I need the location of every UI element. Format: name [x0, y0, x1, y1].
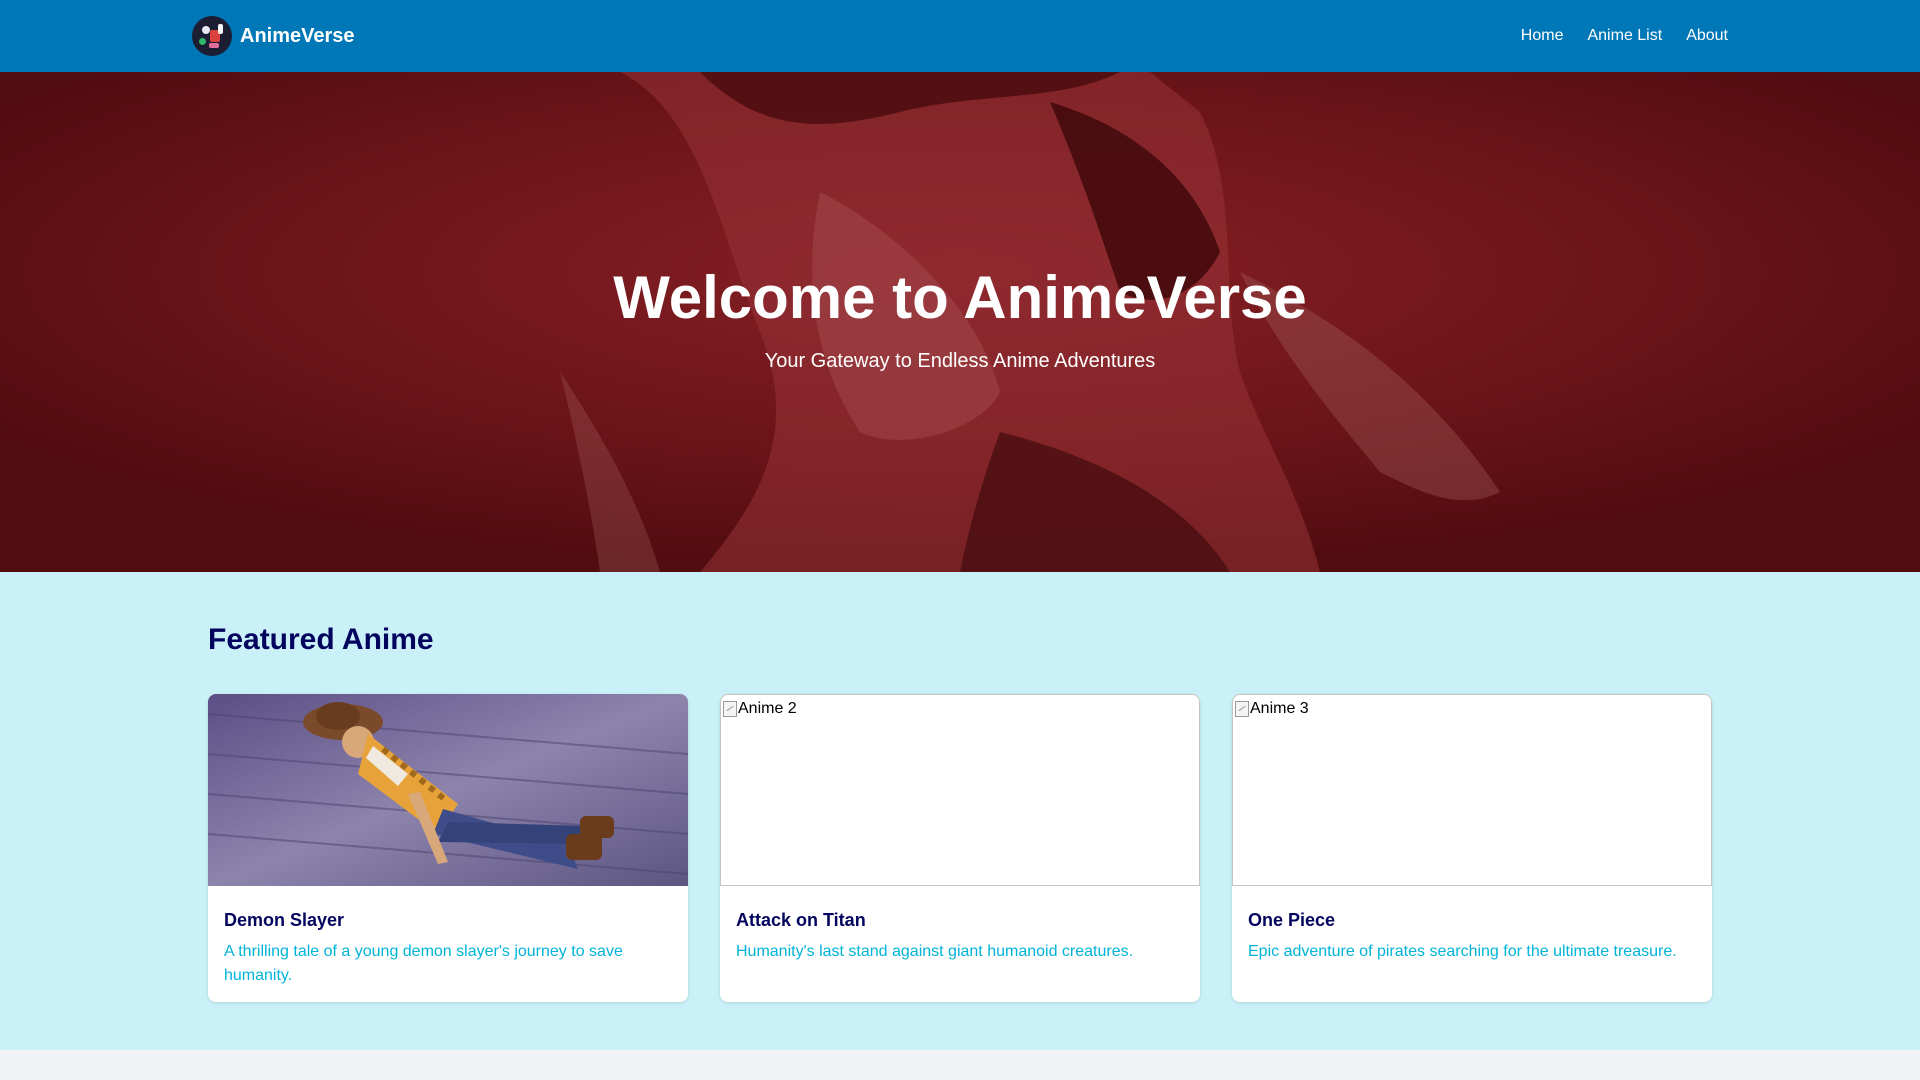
anime-card-title: Attack on Titan [736, 910, 866, 930]
image-alt-text: Anime 3 [1250, 700, 1309, 717]
nav-links: Home Anime List About [1521, 24, 1728, 48]
anime-card-body: Attack on Titan Humanity's last stand ag… [736, 908, 1184, 964]
anime-card-image: Anime 2 [720, 694, 1200, 886]
top-navbar: AnimeVerse Home Anime List About [0, 0, 1920, 72]
hero-banner: Welcome to AnimeVerse Your Gateway to En… [0, 72, 1920, 572]
featured-section: Featured Anime Demon Slayer A thrilling … [0, 572, 1920, 1050]
broken-image-icon [723, 701, 737, 717]
nav-link-anime-list[interactable]: Anime List [1587, 24, 1662, 48]
anime-card-image [208, 694, 688, 886]
anime-logo-icon [192, 16, 232, 56]
anime-card[interactable]: Anime 3 One Piece Epic adventure of pira… [1232, 694, 1712, 1002]
nav-link-about[interactable]: About [1686, 24, 1728, 48]
anime-card-description: Epic adventure of pirates searching for … [1248, 943, 1677, 960]
anime-card-title: Demon Slayer [224, 910, 345, 930]
anime-card-image: Anime 3 [1232, 694, 1712, 886]
broken-image-alt: Anime 3 [1235, 699, 1309, 719]
brand-name: AnimeVerse [240, 24, 355, 47]
anime-card[interactable]: Demon Slayer A thrilling tale of a young… [208, 694, 688, 1002]
anime-card-title: One Piece [1248, 910, 1336, 930]
featured-title: Featured Anime [208, 623, 434, 656]
anime-card-description: Humanity's last stand against giant huma… [736, 943, 1134, 960]
anime-card-body: Demon Slayer A thrilling tale of a young… [224, 908, 672, 988]
broken-image-icon [1235, 701, 1249, 717]
brand-link[interactable]: AnimeVerse [192, 16, 355, 56]
cowboy-toy-image [208, 694, 688, 886]
nav-link-home[interactable]: Home [1521, 24, 1564, 48]
anime-card[interactable]: Anime 2 Attack on Titan Humanity's last … [720, 694, 1200, 1002]
broken-image-alt: Anime 2 [723, 699, 797, 719]
anime-card-description: A thrilling tale of a young demon slayer… [224, 943, 623, 984]
image-alt-text: Anime 2 [738, 700, 797, 717]
anime-card-body: One Piece Epic adventure of pirates sear… [1248, 908, 1696, 964]
hero-subtitle: Your Gateway to Endless Anime Adventures [764, 350, 1156, 372]
page-footer-strip [0, 1050, 1920, 1080]
hero-title: Welcome to AnimeVerse [613, 264, 1307, 331]
